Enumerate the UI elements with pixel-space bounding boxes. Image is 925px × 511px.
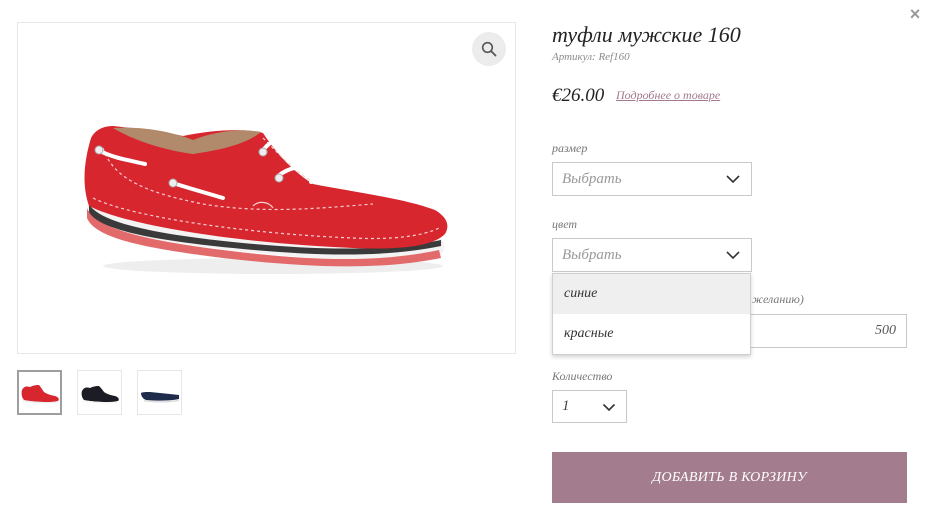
zoom-button[interactable]	[472, 32, 506, 66]
navy-shoe-thumbnail-icon	[140, 391, 179, 403]
black-shoe-thumbnail-icon	[81, 385, 119, 403]
chevron-down-icon	[602, 403, 616, 411]
red-boat-shoe-image	[84, 126, 448, 274]
chevron-down-icon	[726, 175, 740, 184]
chevron-down-icon	[726, 251, 740, 260]
product-details-link[interactable]: Подробнее о товаре	[616, 88, 720, 103]
partial-field-label: желанию)	[752, 292, 804, 306]
thumbnail-black-shoe[interactable]	[77, 370, 122, 415]
size-label: размер	[552, 141, 588, 155]
color-label: цвет	[552, 217, 578, 231]
product-main-image	[17, 22, 516, 354]
add-to-cart-button[interactable]: ДОБАВИТЬ В КОРЗИНУ	[552, 452, 907, 503]
quantity-value: 1	[562, 398, 570, 414]
thumbnail-red-shoe[interactable]	[17, 370, 62, 415]
product-sku: Артикул: Ref160	[552, 51, 630, 63]
quantity-select[interactable]: 1	[552, 390, 627, 423]
size-select[interactable]: Выбрать	[552, 162, 752, 196]
thumbnail-navy-shoe[interactable]	[137, 370, 182, 415]
close-icon[interactable]: ×	[906, 5, 924, 23]
color-option-red[interactable]: красные	[553, 314, 750, 354]
size-select-value: Выбрать	[562, 170, 622, 187]
thumbnail-strip	[17, 370, 182, 415]
product-price: €26.00	[552, 85, 605, 106]
color-option-blue[interactable]: синие	[553, 274, 750, 314]
color-select[interactable]: Выбрать	[552, 238, 752, 272]
magnifier-icon	[481, 41, 497, 57]
quantity-label: Количество	[552, 369, 613, 383]
amount-input[interactable]: 500	[740, 314, 907, 348]
product-title: туфли мужские 160	[552, 22, 741, 47]
color-dropdown-menu: синие красные	[552, 273, 751, 355]
red-shoe-thumbnail-icon	[21, 384, 59, 403]
color-select-value: Выбрать	[562, 246, 622, 263]
